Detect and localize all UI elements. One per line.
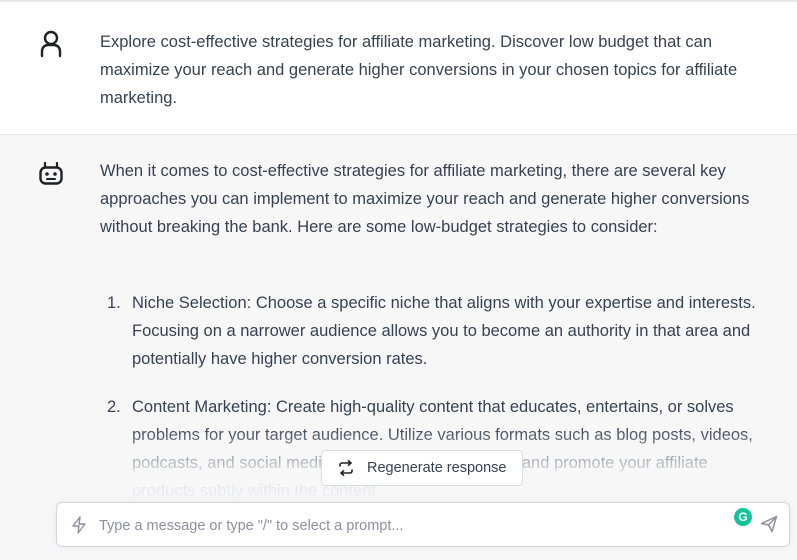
regenerate-response-button[interactable]: Regenerate response	[321, 450, 523, 486]
bolt-icon[interactable]	[71, 516, 87, 534]
list-item-text: Niche Selection: Choose a specific niche…	[132, 294, 756, 368]
send-icon[interactable]	[760, 515, 778, 533]
list-item-number: 2.	[107, 398, 121, 416]
refresh-icon	[339, 460, 353, 476]
user-message-text: Explore cost-effective strategies for af…	[100, 33, 738, 107]
strategy-list: 1. Niche Selection: Choose a specific ni…	[100, 289, 760, 525]
list-item-number: 1.	[107, 294, 121, 312]
user-icon	[40, 30, 62, 58]
assistant-intro-text: When it comes to cost-effective strategi…	[100, 162, 750, 236]
assistant-message: When it comes to cost-effective strategi…	[0, 135, 797, 560]
user-message: Explore cost-effective strategies for af…	[0, 2, 797, 135]
grammarly-icon[interactable]: G	[734, 508, 752, 526]
list-item: 1. Niche Selection: Choose a specific ni…	[100, 289, 760, 373]
bot-icon	[39, 161, 63, 185]
list-item: 2. Content Marketing: Create high-qualit…	[100, 393, 760, 505]
message-composer: G	[56, 502, 790, 547]
regenerate-label: Regenerate response	[367, 460, 507, 476]
message-input[interactable]	[97, 513, 721, 539]
